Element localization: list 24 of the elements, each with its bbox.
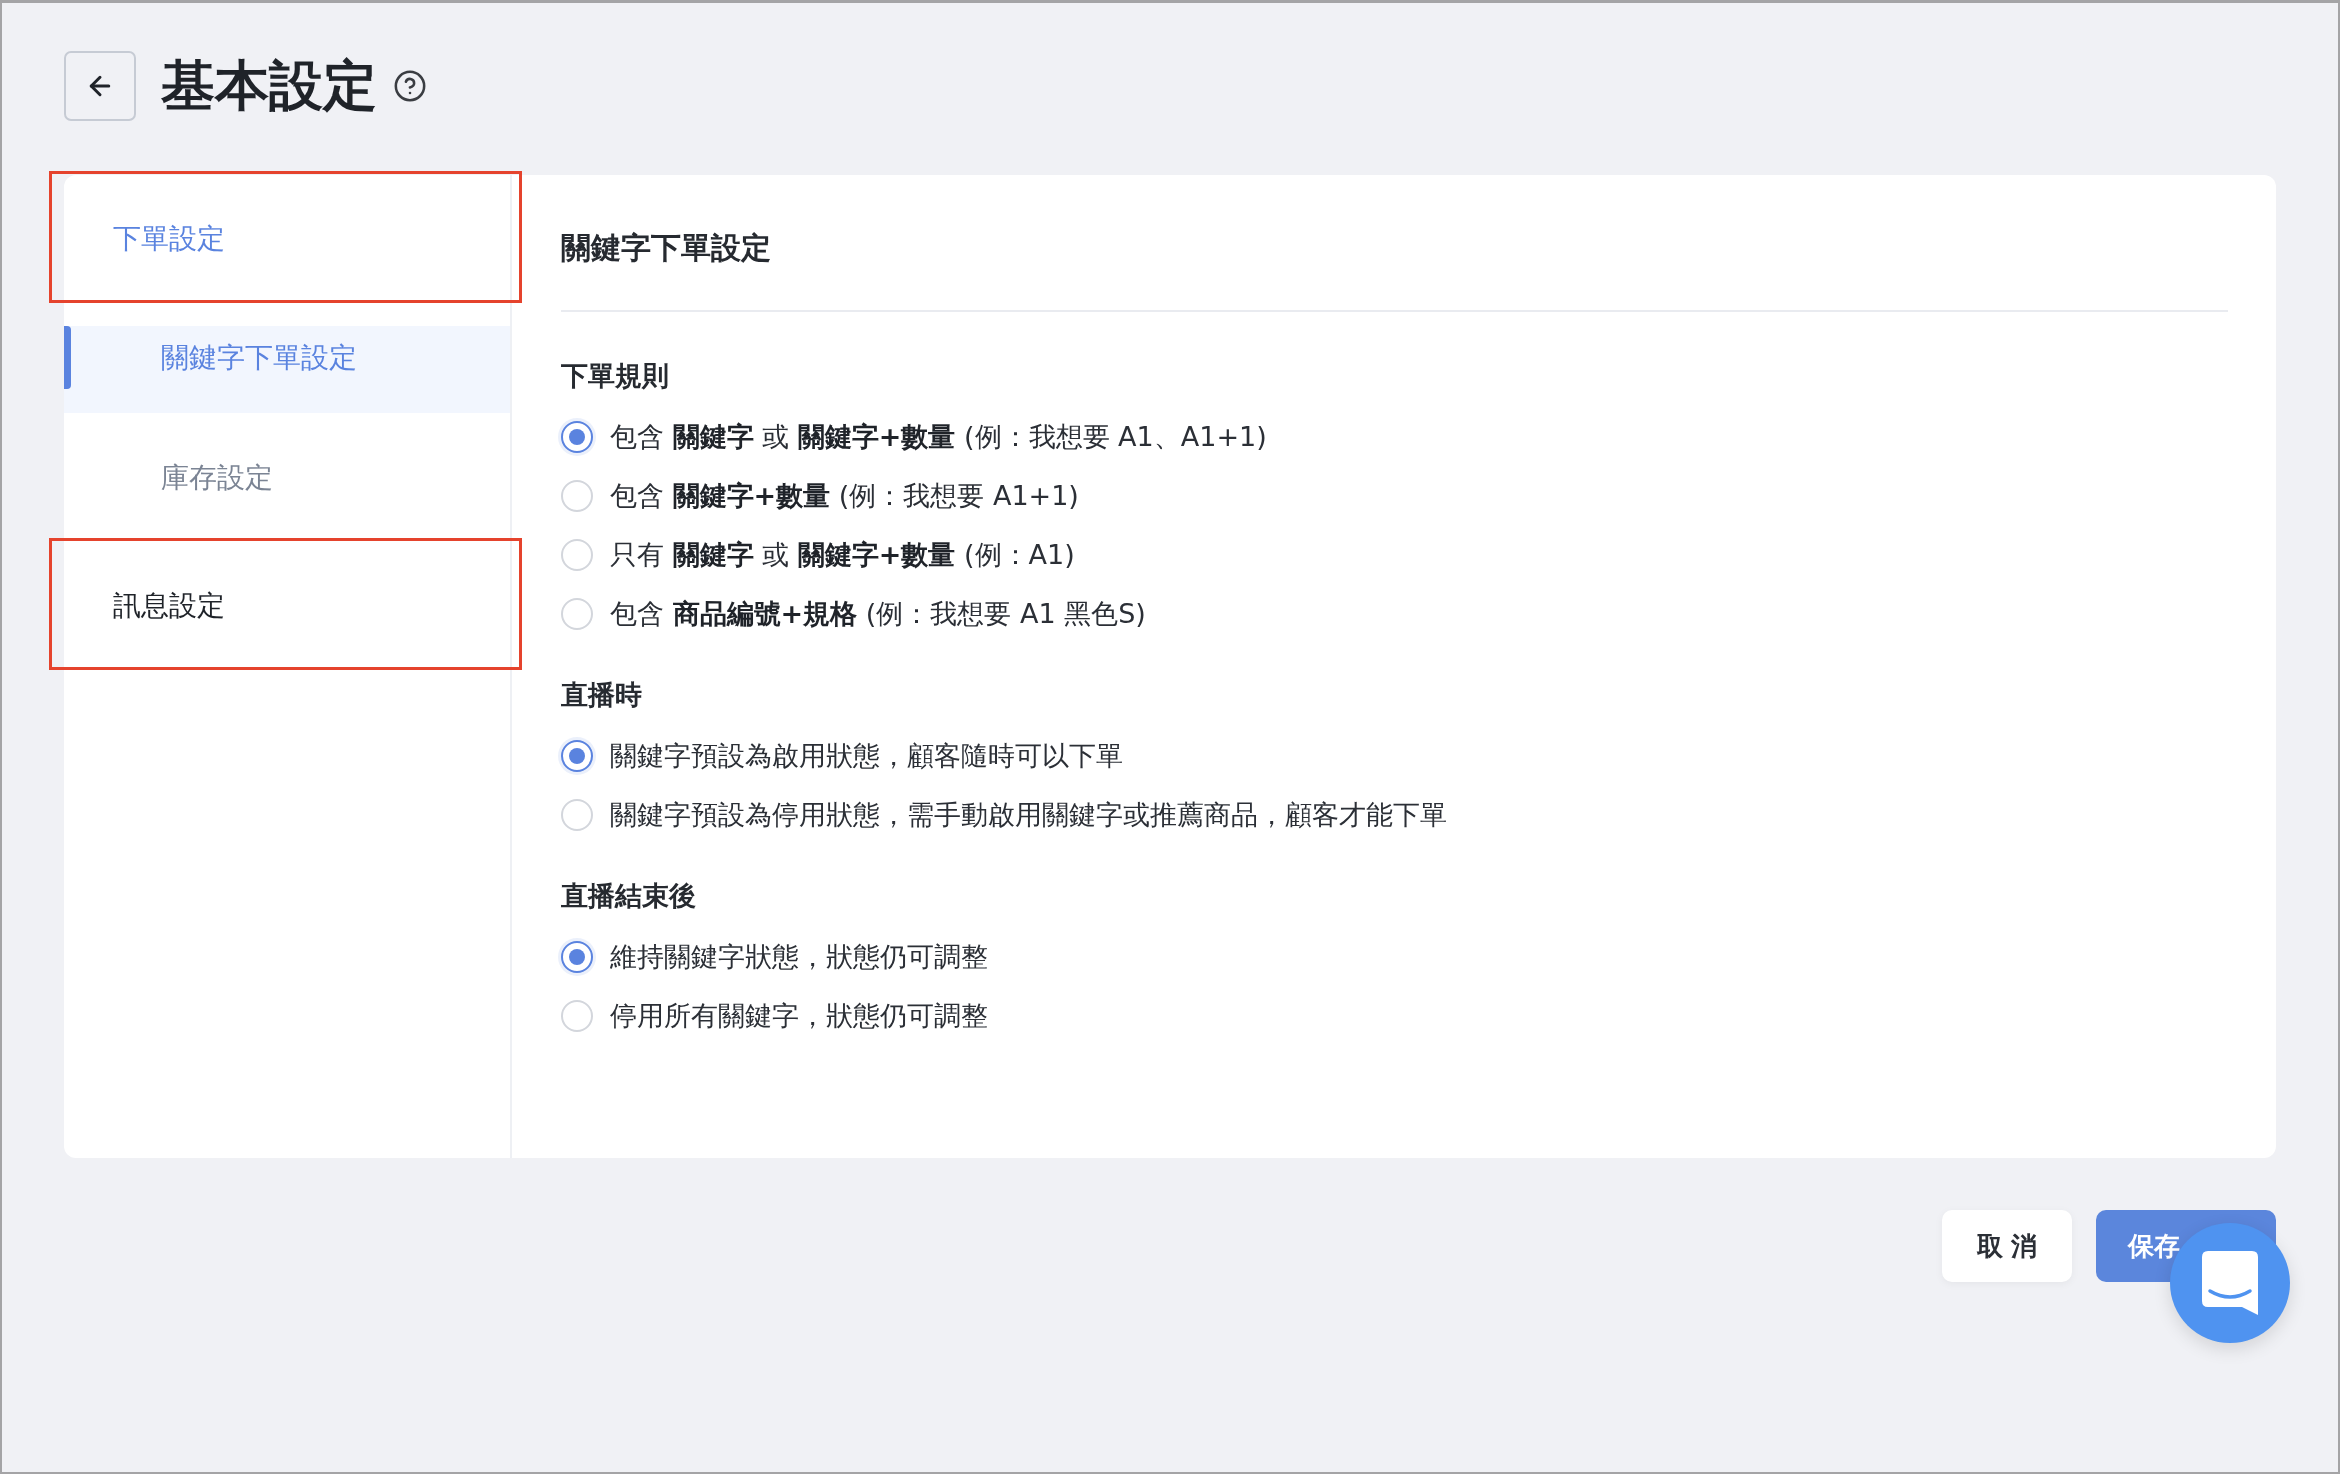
section-heading: 直播結束後 — [561, 879, 696, 913]
active-bar — [64, 326, 71, 389]
option-label[interactable]: 關鍵字預設為停用狀態，需手動啟用關鍵字或推薦商品，顧客才能下單 — [610, 794, 1447, 835]
option-label[interactable]: 停用所有關鍵字，狀態仍可調整 — [610, 995, 988, 1036]
speech-bubble-icon — [2202, 1251, 2258, 1315]
page-title: 基本設定 — [161, 53, 377, 119]
option-label[interactable]: 只有 關鍵字 或 關鍵字+數量 (例：A1) — [610, 534, 1075, 575]
option-label[interactable]: 包含 商品編號+規格 (例：我想要 A1 黑色S) — [610, 593, 1146, 634]
help-icon[interactable] — [393, 69, 427, 103]
back-button[interactable] — [64, 51, 136, 121]
sidebar-group[interactable]: 訊息設定 — [64, 552, 510, 660]
cancel-button[interactable]: 取消 — [1942, 1210, 2072, 1282]
radio-button[interactable] — [561, 420, 593, 453]
option-label[interactable]: 關鍵字預設為啟用狀態，顧客隨時可以下單 — [610, 735, 1123, 776]
panel-title: 關鍵字下單設定 — [561, 229, 771, 267]
option-label[interactable]: 包含 關鍵字 或 關鍵字+數量 (例：我想要 A1、A1+1) — [610, 416, 1267, 457]
sidebar-item[interactable]: 庫存設定 — [64, 446, 510, 533]
section-heading: 直播時 — [561, 678, 642, 712]
option-label[interactable]: 包含 關鍵字+數量 (例：我想要 A1+1) — [610, 475, 1079, 516]
sidebar-group[interactable]: 下單設定 — [64, 185, 510, 293]
option-label[interactable]: 維持關鍵字狀態，狀態仍可調整 — [610, 936, 988, 977]
radio-button[interactable] — [561, 940, 593, 973]
radio-button[interactable] — [561, 739, 593, 772]
section-heading: 下單規則 — [561, 359, 669, 393]
